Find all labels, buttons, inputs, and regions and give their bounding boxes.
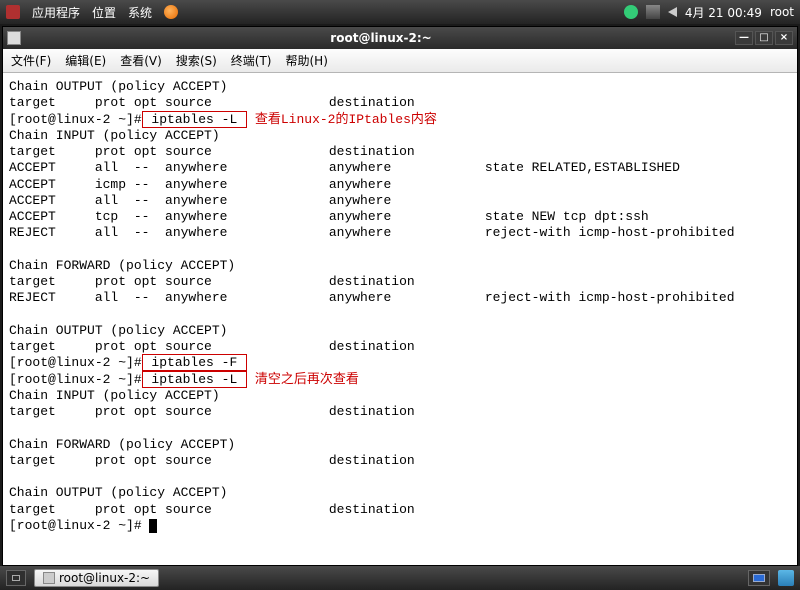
menu-search[interactable]: 搜索(S) xyxy=(176,52,217,69)
term-line: REJECT all -- anywhere anywhere reject-w… xyxy=(9,290,735,305)
term-line: target prot opt source destination xyxy=(9,144,415,159)
term-line: target prot opt source destination xyxy=(9,339,415,354)
workspace-switcher[interactable] xyxy=(748,570,770,586)
titlebar[interactable]: root@linux-2:~ — □ × xyxy=(3,27,797,49)
term-line: ACCEPT tcp -- anywhere anywhere state NE… xyxy=(9,209,649,224)
network-icon[interactable] xyxy=(646,5,660,19)
term-line: ACCEPT all -- anywhere anywhere xyxy=(9,193,391,208)
terminal-window: root@linux-2:~ — □ × 文件(F) 编辑(E) 查看(V) 搜… xyxy=(2,26,798,566)
distro-icon xyxy=(6,5,20,19)
term-line: target prot opt source destination xyxy=(9,453,415,468)
term-prompt: [root@linux-2 ~]# xyxy=(9,518,149,533)
term-prompt: [root@linux-2 ~]# xyxy=(9,355,142,370)
close-button[interactable]: × xyxy=(775,31,793,45)
term-line: Chain OUTPUT (policy ACCEPT) xyxy=(9,485,227,500)
menu-view[interactable]: 查看(V) xyxy=(120,52,162,69)
term-line: target prot opt source destination xyxy=(9,404,415,419)
menubar: 文件(F) 编辑(E) 查看(V) 搜索(S) 终端(T) 帮助(H) xyxy=(3,49,797,73)
show-desktop-button[interactable] xyxy=(6,570,26,586)
menu-terminal[interactable]: 终端(T) xyxy=(231,52,272,69)
top-panel: 应用程序 位置 系统 4月 21 00:49 root xyxy=(0,0,800,24)
clock[interactable]: 4月 21 00:49 xyxy=(685,4,762,21)
system-menu[interactable]: 系统 xyxy=(128,4,152,21)
term-prompt: [root@linux-2 ~]# xyxy=(9,112,142,127)
highlighted-cmd: iptables -L xyxy=(142,371,247,388)
window-title: root@linux-2:~ xyxy=(29,31,733,45)
term-line: ACCEPT icmp -- anywhere anywhere xyxy=(9,177,391,192)
task-label: root@linux-2:~ xyxy=(59,571,150,585)
terminal-icon xyxy=(43,572,55,584)
terminal-body[interactable]: Chain OUTPUT (policy ACCEPT) target prot… xyxy=(3,73,797,565)
update-icon[interactable] xyxy=(624,5,638,19)
term-prompt: [root@linux-2 ~]# xyxy=(9,372,142,387)
bottom-panel: root@linux-2:~ xyxy=(0,566,800,590)
trash-icon[interactable] xyxy=(778,570,794,586)
user-label[interactable]: root xyxy=(770,5,794,19)
task-button[interactable]: root@linux-2:~ xyxy=(34,569,159,587)
cursor xyxy=(149,519,157,533)
maximize-button[interactable]: □ xyxy=(755,31,773,45)
term-line: Chain INPUT (policy ACCEPT) xyxy=(9,388,220,403)
menu-help[interactable]: 帮助(H) xyxy=(286,52,328,69)
speaker-icon[interactable] xyxy=(668,7,677,17)
term-line: target prot opt source destination xyxy=(9,502,415,517)
window-icon xyxy=(7,31,21,45)
highlighted-cmd: iptables -L xyxy=(142,111,247,128)
term-line: target prot opt source destination xyxy=(9,95,415,110)
term-line: Chain FORWARD (policy ACCEPT) xyxy=(9,258,235,273)
firefox-icon[interactable] xyxy=(164,5,178,19)
minimize-button[interactable]: — xyxy=(735,31,753,45)
term-line: Chain INPUT (policy ACCEPT) xyxy=(9,128,220,143)
annotation: 清空之后再次查看 xyxy=(255,372,359,387)
menu-edit[interactable]: 编辑(E) xyxy=(65,52,106,69)
term-line: Chain FORWARD (policy ACCEPT) xyxy=(9,437,235,452)
apps-menu[interactable]: 应用程序 xyxy=(32,4,80,21)
menu-file[interactable]: 文件(F) xyxy=(11,52,51,69)
term-line: ACCEPT all -- anywhere anywhere state RE… xyxy=(9,160,680,175)
term-line: Chain OUTPUT (policy ACCEPT) xyxy=(9,323,227,338)
term-line: REJECT all -- anywhere anywhere reject-w… xyxy=(9,225,735,240)
annotation: 查看Linux-2的IPtables内容 xyxy=(255,112,437,127)
places-menu[interactable]: 位置 xyxy=(92,4,116,21)
term-line: Chain OUTPUT (policy ACCEPT) xyxy=(9,79,227,94)
term-line: target prot opt source destination xyxy=(9,274,415,289)
highlighted-cmd: iptables -F xyxy=(142,354,247,371)
